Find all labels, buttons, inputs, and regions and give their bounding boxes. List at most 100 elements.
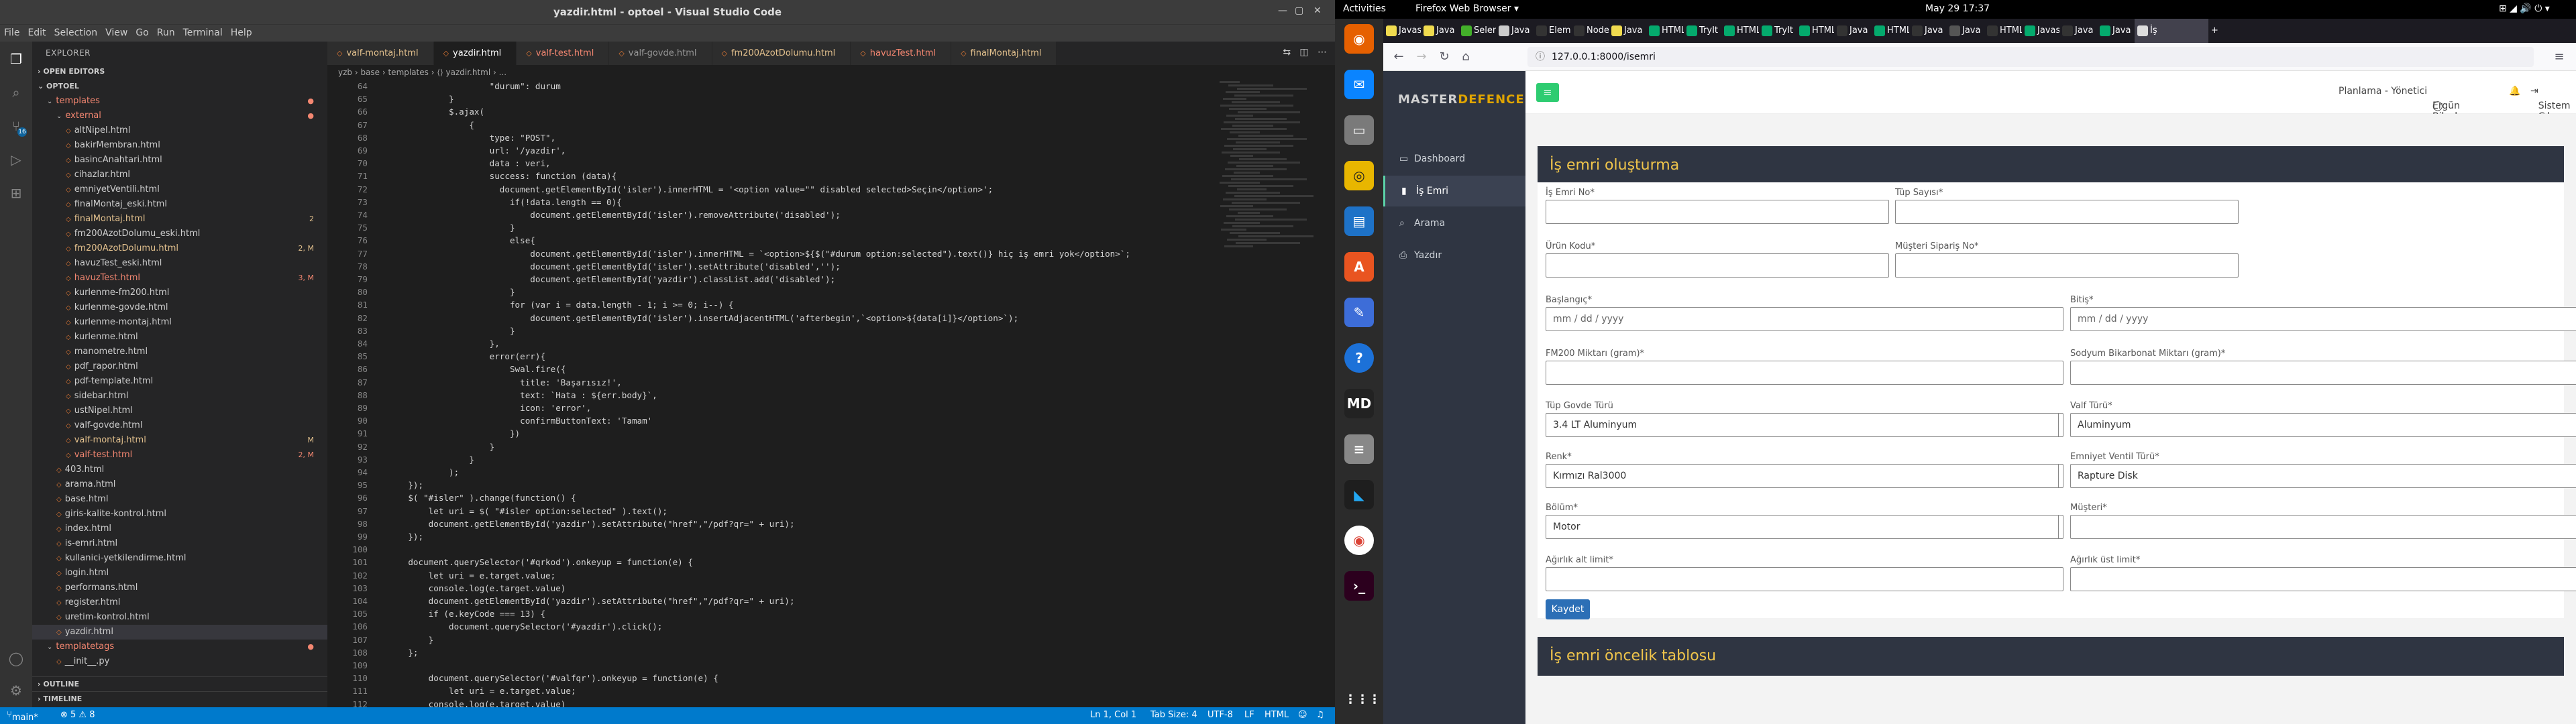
- browser-tab[interactable]: TryIt: [1684, 19, 1721, 43]
- brand-logo[interactable]: MASTERDEFENCE: [1398, 93, 1525, 107]
- tree-file[interactable]: ◇ login.html: [32, 566, 327, 581]
- tree-file[interactable]: ◇ yazdir.html: [32, 625, 327, 640]
- tree-folder[interactable]: ⌄ templates ●: [32, 94, 327, 109]
- encoding[interactable]: UTF-8: [1208, 710, 1233, 720]
- tree-file[interactable]: ◇ valf-govde.html: [32, 418, 327, 433]
- editor-tab[interactable]: ◇ yazdir.html: [433, 42, 517, 65]
- browser-tab[interactable]: TryIt: [1759, 19, 1796, 43]
- browser-tab[interactable]: HTML: [1796, 19, 1834, 43]
- tree-file[interactable]: ◇ fm200AzotDolumu_eski.html: [32, 227, 327, 241]
- tree-file[interactable]: ◇ performans.html: [32, 581, 327, 595]
- app-nav-item[interactable]: ▮ İş Emri: [1383, 176, 1525, 206]
- sidebar-toggle-button[interactable]: ≡: [1536, 83, 1559, 102]
- project-section[interactable]: ⌄ OPTOEL: [32, 79, 327, 94]
- tree-file[interactable]: ◇ 403.html: [32, 463, 327, 477]
- browser-tab[interactable]: Java: [2097, 19, 2135, 43]
- tree-folder[interactable]: ⌄ external ●: [32, 109, 327, 123]
- page-info-icon[interactable]: ⓘ: [1536, 47, 1545, 67]
- menu-file[interactable]: File: [0, 25, 23, 38]
- tree-file[interactable]: ◇ finalMontaj_eski.html: [32, 197, 327, 212]
- menu-selection[interactable]: Selection: [50, 25, 102, 38]
- firefox-icon[interactable]: ◉: [1344, 24, 1374, 54]
- files-icon[interactable]: ▭: [1344, 115, 1374, 145]
- browser-tab[interactable]: Java: [1834, 19, 1872, 43]
- eol[interactable]: LF: [1244, 710, 1254, 720]
- outline-section[interactable]: › OUTLINE: [32, 676, 327, 691]
- editor-tab[interactable]: ◇ valf-montaj.html: [327, 42, 434, 65]
- bitis-date-input[interactable]: mm / dd / yyyy: [2070, 307, 2576, 331]
- menu-go[interactable]: Go: [131, 25, 152, 38]
- agirlik-ust-input[interactable]: [2070, 567, 2576, 591]
- app-nav-item[interactable]: ⎙ Yazdır: [1383, 240, 1525, 271]
- urun-kodu-input[interactable]: [1546, 253, 1889, 278]
- editor-tab[interactable]: ◇ valf-test.html: [517, 42, 610, 65]
- markdown-editor-icon[interactable]: MD: [1344, 389, 1374, 418]
- tree-file[interactable]: ◇ cihazlar.html: [32, 168, 327, 182]
- close-icon[interactable]: ✕: [1313, 5, 1322, 16]
- tree-file[interactable]: ◇ index.html: [32, 522, 327, 536]
- baslangic-date-input[interactable]: mm / dd / yyyy: [1546, 307, 2063, 331]
- tup-govde-select[interactable]: 3.4 LT Aluminyum: [1546, 413, 2063, 437]
- browser-tab[interactable]: Java: [1496, 19, 1534, 43]
- show-apps-icon[interactable]: ⋮⋮⋮: [1344, 685, 1381, 715]
- browser-tab[interactable]: Java: [1909, 19, 1947, 43]
- tree-file[interactable]: ◇ kullanici-yetkilendirme.html: [32, 551, 327, 566]
- tree-file[interactable]: ◇ pdf-template.html: [32, 374, 327, 389]
- minimize-icon[interactable]: —: [1278, 5, 1287, 16]
- menu-help[interactable]: Help: [227, 25, 256, 38]
- emniyet-select[interactable]: Rapture Disk: [2070, 464, 2576, 488]
- browser-tab[interactable]: HTML: [1721, 19, 1759, 43]
- chrome-icon[interactable]: ◉: [1344, 526, 1374, 555]
- musteri-siparis-input[interactable]: [1895, 253, 2239, 278]
- tup-sayisi-input[interactable]: [1895, 200, 2239, 224]
- tree-file[interactable]: ◇ sidebar.html: [32, 389, 327, 404]
- valf-turu-select[interactable]: Aluminyum: [2070, 413, 2576, 437]
- browser-tab[interactable]: HTML: [1872, 19, 1909, 43]
- logout-link[interactable]: ⇥ Sistem Çıkış: [2530, 86, 2571, 122]
- open-editors-section[interactable]: › OPEN EDITORS: [32, 64, 327, 79]
- browser-tab[interactable]: Javas: [2022, 19, 2059, 43]
- rhythmbox-icon[interactable]: ◎: [1344, 161, 1374, 190]
- tab-size[interactable]: Tab Size: 4: [1150, 710, 1197, 720]
- is-emri-no-input[interactable]: [1546, 200, 1889, 224]
- tree-file[interactable]: ◇ bakirMembran.html: [32, 138, 327, 153]
- editor-tab[interactable]: ◇ havuzTest.html: [851, 42, 952, 65]
- tree-file[interactable]: ◇ havuzTest.html 3, M: [32, 271, 327, 286]
- feedback-icon[interactable]: ☺: [1298, 710, 1307, 720]
- app-menu[interactable]: Firefox Web Browser ▾: [1415, 3, 1519, 14]
- browser-tab[interactable]: İş: [2135, 19, 2208, 43]
- tree-file[interactable]: ◇ basincAnahtari.html: [32, 153, 327, 168]
- notifications-icon[interactable]: ♫: [1316, 710, 1324, 720]
- database-icon[interactable]: ≡: [1344, 434, 1374, 464]
- tree-file[interactable]: ◇ register.html: [32, 595, 327, 610]
- tree-file[interactable]: ◇ ustNipel.html: [32, 404, 327, 418]
- tree-file[interactable]: ◇ havuzTest_eski.html: [32, 256, 327, 271]
- browser-tab[interactable]: Elem: [1534, 19, 1571, 43]
- tree-file[interactable]: ◇ base.html: [32, 492, 327, 507]
- search-icon[interactable]: ⌕: [8, 84, 24, 101]
- language-mode[interactable]: HTML: [1265, 710, 1289, 720]
- settings-gear-icon[interactable]: ⚙: [8, 682, 24, 699]
- browser-tab[interactable]: Selen: [1458, 19, 1496, 43]
- home-icon[interactable]: ⌂: [1457, 48, 1474, 66]
- clock[interactable]: May 29 17:37: [1925, 3, 1990, 14]
- tree-file[interactable]: ◇ valf-montaj.html M: [32, 433, 327, 448]
- musteri-input[interactable]: [2070, 515, 2576, 539]
- tree-file[interactable]: ◇ giris-kalite-kontrol.html: [32, 507, 327, 522]
- browser-tab[interactable]: Node: [1571, 19, 1609, 43]
- tree-file[interactable]: ◇ kurlenme-fm200.html: [32, 286, 327, 300]
- tree-file[interactable]: ◇ altNipel.html: [32, 123, 327, 138]
- browser-tab[interactable]: HTML: [1646, 19, 1684, 43]
- tree-file[interactable]: ◇ is-emri.html: [32, 536, 327, 551]
- software-center-icon[interactable]: A: [1344, 252, 1374, 282]
- system-tray[interactable]: ⊞ ◢ 🔊 ⏻ ▾: [2499, 3, 2550, 14]
- breadcrumb[interactable]: yzb › base › templates › ⟨⟩ yazdir.html …: [327, 65, 1335, 80]
- browser-tab[interactable]: Java: [1609, 19, 1646, 43]
- menu-run[interactable]: Run: [153, 25, 179, 38]
- bolum-select[interactable]: Motor: [1546, 515, 2063, 539]
- bell-icon[interactable]: 🔔: [2509, 86, 2520, 97]
- back-icon[interactable]: ←: [1390, 48, 1407, 66]
- editor-tab[interactable]: ◇ fm200AzotDolumu.html: [712, 42, 851, 65]
- terminal-icon[interactable]: ›_: [1344, 571, 1374, 601]
- explorer-icon[interactable]: ❐: [8, 51, 24, 67]
